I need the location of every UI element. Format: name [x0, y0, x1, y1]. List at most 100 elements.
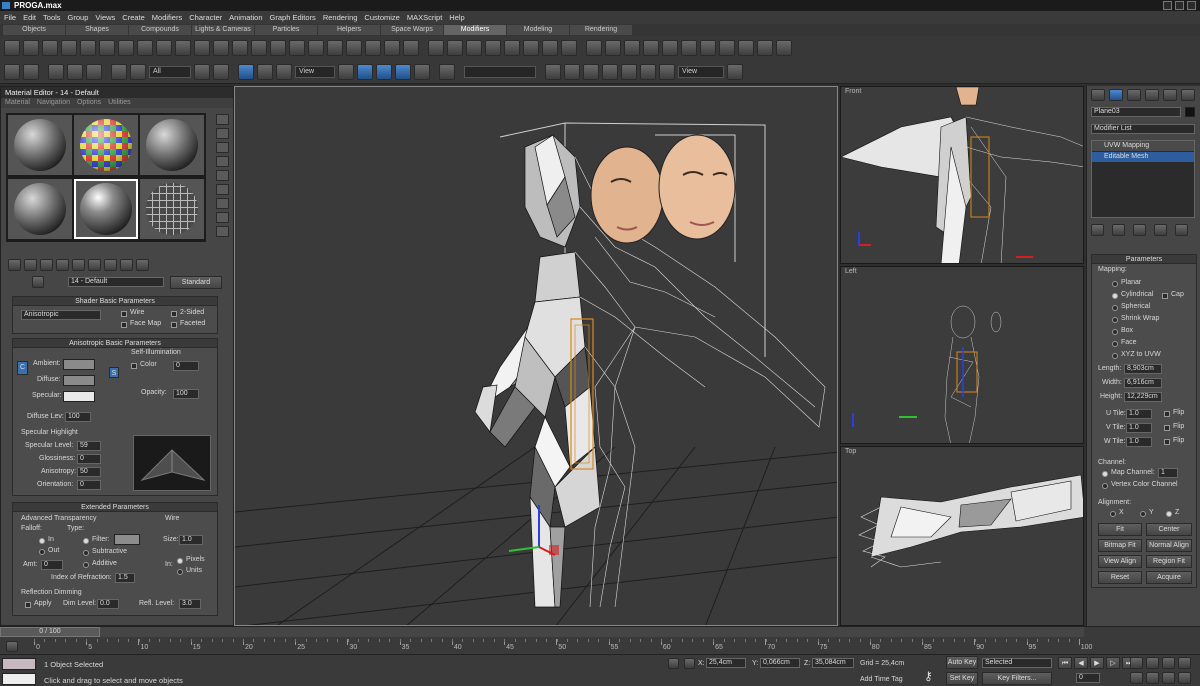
- render-setup-icon[interactable]: [659, 63, 675, 80]
- skew-modifier-icon[interactable]: [194, 40, 210, 56]
- view-align-button[interactable]: View Align: [1098, 555, 1142, 568]
- specular-swatch[interactable]: [63, 391, 95, 402]
- region-fit-button[interactable]: Region Fit: [1146, 555, 1192, 568]
- time-slider-thumb[interactable]: 0 / 100: [0, 627, 100, 637]
- edit-poly-modifier-icon[interactable]: [384, 40, 400, 56]
- stretch-modifier-icon[interactable]: [80, 40, 96, 56]
- video-color-check-icon[interactable]: [216, 170, 229, 181]
- select-scale-icon[interactable]: [276, 63, 292, 80]
- snap-toggle-icon[interactable]: [357, 63, 373, 80]
- add-time-tag[interactable]: Add Time Tag: [860, 676, 903, 683]
- options-icon[interactable]: [216, 198, 229, 209]
- maxscript-listener[interactable]: [2, 658, 36, 670]
- field-of-view-icon[interactable]: [1130, 672, 1143, 684]
- put-to-library-icon[interactable]: [88, 259, 101, 271]
- menu-item[interactable]: Tools: [43, 11, 61, 24]
- show-end-result-icon[interactable]: [136, 259, 149, 271]
- center-button[interactable]: Center: [1146, 523, 1192, 536]
- put-to-scene-icon[interactable]: [24, 259, 37, 271]
- uv-tiling-icon[interactable]: [216, 156, 229, 167]
- tab-item[interactable]: Particles: [255, 25, 317, 35]
- reset-map-icon[interactable]: [56, 259, 69, 271]
- menu-item[interactable]: Views: [95, 11, 115, 24]
- taper-modifier-icon[interactable]: [23, 40, 39, 56]
- tab-item[interactable]: Objects: [3, 25, 65, 35]
- glossiness-field[interactable]: 0: [77, 454, 101, 464]
- pin-stack-icon[interactable]: [1091, 224, 1104, 236]
- mapping-radio[interactable]: [1112, 353, 1118, 359]
- vertex-color-channel-radio[interactable]: [1102, 483, 1108, 489]
- units-radio[interactable]: [177, 569, 183, 575]
- fit-button[interactable]: Fit: [1098, 523, 1142, 536]
- self-illum-color-checkbox[interactable]: [131, 363, 137, 369]
- anisotropy-field[interactable]: 50: [77, 467, 101, 477]
- make-preview-icon[interactable]: [216, 184, 229, 195]
- mirror-icon[interactable]: [545, 63, 561, 80]
- material-id-icon[interactable]: [104, 259, 117, 271]
- mapping-radio[interactable]: [1112, 293, 1118, 299]
- v-tile-field[interactable]: 1.0: [1126, 423, 1152, 433]
- smooth-modifier-icon[interactable]: [605, 40, 621, 56]
- tab-item[interactable]: Compounds: [129, 25, 191, 35]
- maximize-button[interactable]: [1175, 1, 1184, 10]
- menu-item[interactable]: Rendering: [323, 11, 358, 24]
- select-move-icon[interactable]: [238, 63, 254, 80]
- tessellate-modifier-icon[interactable]: [662, 40, 678, 56]
- sample-slot-active[interactable]: [74, 178, 138, 239]
- align-y-radio[interactable]: [1140, 511, 1146, 517]
- motion-tab-icon[interactable]: [1145, 89, 1159, 101]
- angle-snap-icon[interactable]: [376, 63, 392, 80]
- menu-item[interactable]: Group: [68, 11, 89, 24]
- u-flip-checkbox[interactable]: [1164, 411, 1170, 417]
- face-map-checkbox[interactable]: [121, 322, 127, 328]
- lock-diffuse-specular-icon[interactable]: S: [109, 367, 119, 378]
- make-unique-icon[interactable]: [1133, 224, 1146, 236]
- self-illum-color-field[interactable]: 0: [173, 361, 199, 371]
- time-slider-track[interactable]: 0 / 100: [0, 627, 1084, 637]
- displace-modifier-icon[interactable]: [308, 40, 324, 56]
- unwrap-uvw-modifier-icon[interactable]: [466, 40, 482, 56]
- slice-modifier-icon[interactable]: [213, 40, 229, 56]
- bend-modifier-icon[interactable]: [4, 40, 20, 56]
- remove-modifier-icon[interactable]: [1154, 224, 1167, 236]
- next-frame-icon[interactable]: ▷: [1106, 657, 1120, 669]
- object-color-swatch[interactable]: [1185, 107, 1195, 117]
- tab-item[interactable]: Shapes: [66, 25, 128, 35]
- diffuse-level-field[interactable]: 100: [65, 412, 91, 422]
- named-selection-sets-dropdown[interactable]: [464, 65, 536, 78]
- symmetry-modifier-icon[interactable]: [681, 40, 697, 56]
- configure-sets-icon[interactable]: [1175, 224, 1188, 236]
- morpher-modifier-icon[interactable]: [757, 40, 773, 56]
- extended-rollout-header[interactable]: Extended Parameters: [13, 503, 217, 512]
- mirror-modifier-icon[interactable]: [289, 40, 305, 56]
- window-crossing-icon[interactable]: [213, 63, 229, 80]
- wire-checkbox[interactable]: [121, 311, 127, 317]
- spinner-snap-icon[interactable]: [414, 63, 430, 80]
- show-end-result-icon[interactable]: [1112, 224, 1125, 236]
- set-key-button[interactable]: Set Key: [946, 672, 978, 685]
- lattice-modifier-icon[interactable]: [270, 40, 286, 56]
- menu-item[interactable]: MAXScript: [407, 11, 442, 24]
- relax-modifier-icon[interactable]: [137, 40, 153, 56]
- map-channel-field[interactable]: 1: [1158, 468, 1178, 478]
- selection-filter-dropdown[interactable]: All: [149, 65, 191, 78]
- faceted-checkbox[interactable]: [171, 322, 177, 328]
- redo-icon[interactable]: [23, 63, 39, 80]
- sample-slot[interactable]: [140, 115, 204, 175]
- auto-key-button[interactable]: Auto Key: [946, 656, 978, 669]
- dim-level-field[interactable]: 0.0: [97, 599, 119, 609]
- top-viewport[interactable]: Top: [840, 446, 1084, 626]
- uvw-map-modifier-icon[interactable]: [447, 40, 463, 56]
- select-by-name-icon[interactable]: [130, 63, 146, 80]
- mini-curve-editor-icon[interactable]: [6, 641, 18, 652]
- unlink-icon[interactable]: [67, 63, 83, 80]
- zoom-icon[interactable]: [1130, 657, 1143, 669]
- poly-select-modifier-icon[interactable]: [504, 40, 520, 56]
- material-menu-item[interactable]: Material: [5, 98, 30, 108]
- percent-snap-icon[interactable]: [395, 63, 411, 80]
- free-form-modifier-icon[interactable]: [542, 40, 558, 56]
- material-type-button[interactable]: Standard: [170, 276, 222, 289]
- vol-select-modifier-icon[interactable]: [523, 40, 539, 56]
- reference-coordinate-dropdown[interactable]: View: [295, 65, 335, 78]
- zoom-extents-icon[interactable]: [1162, 657, 1175, 669]
